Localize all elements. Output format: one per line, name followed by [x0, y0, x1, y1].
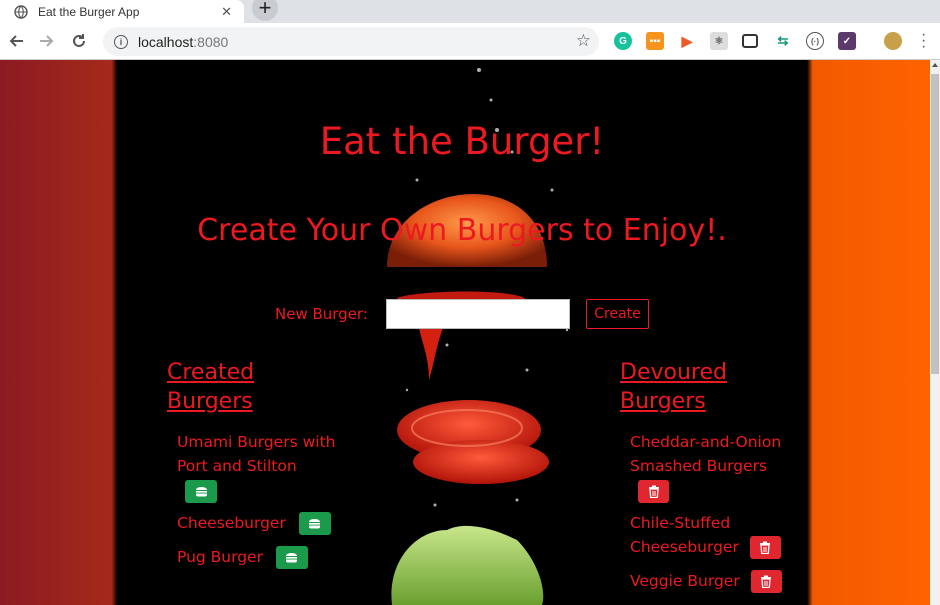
forward-button[interactable] [36, 30, 58, 52]
delete-button[interactable] [749, 536, 781, 559]
reload-button[interactable] [68, 30, 90, 52]
created-heading-line1: Created [167, 360, 255, 385]
created-burger-item: Umami Burgers with Port and Stilton [177, 430, 357, 503]
address-bar[interactable]: i localhost:8080 ☆ [103, 27, 599, 56]
reload-icon [73, 34, 85, 47]
extension-circle-icon[interactable]: (·) [806, 32, 824, 50]
page-body: Eat the Burger! Create Your Own Burgers … [0, 60, 930, 605]
back-button[interactable] [5, 30, 27, 52]
create-button[interactable]: Create [586, 299, 649, 329]
devoured-burger-item: Cheddar-and-Onion Smashed Burgers [630, 430, 805, 503]
burger-name: Pug Burger [177, 548, 263, 566]
created-heading-line2: Burgers [167, 389, 253, 414]
avatar[interactable] [884, 32, 902, 50]
new-tab-button[interactable]: + [252, 0, 278, 21]
devoured-heading-line1: Devoured [620, 360, 727, 385]
arrow-right-icon [40, 35, 54, 47]
burger-name: Umami Burgers with [177, 433, 336, 451]
sync-icon[interactable]: ⇆ [774, 32, 792, 50]
globe-icon [14, 4, 28, 19]
delete-button[interactable] [750, 570, 782, 593]
tab-strip: Eat the Burger App ✕ + [0, 0, 940, 23]
burger-name: Veggie Burger [630, 572, 740, 590]
react-devtools-icon[interactable]: ⚛ [710, 32, 728, 50]
created-burgers-heading: Created Burgers [167, 358, 317, 416]
bookmark-star-icon[interactable]: ☆ [576, 31, 591, 51]
trash-icon [760, 541, 771, 554]
tab-title: Eat the Burger App [38, 4, 140, 19]
page-title: Eat the Burger! [319, 120, 605, 163]
extension-icon[interactable]: ▪▪▪ [646, 32, 664, 50]
screenshot-icon[interactable] [742, 34, 758, 48]
devour-button[interactable] [185, 480, 217, 503]
menu-icon[interactable]: · · · [921, 27, 926, 55]
devoured-burger-item: Veggie Burger [630, 569, 782, 593]
hero-panel: Eat the Burger! Create Your Own Burgers … [117, 60, 807, 605]
page-scrollbar[interactable] [930, 60, 940, 605]
play-extension-icon[interactable]: ▶ [678, 32, 696, 50]
arrow-left-icon [9, 35, 23, 47]
info-icon[interactable]: i [114, 34, 128, 49]
scroll-thumb[interactable] [931, 74, 939, 374]
trash-icon [648, 485, 659, 498]
scroll-up-arrow-icon[interactable] [932, 63, 938, 67]
browser-toolbar: i localhost:8080 ☆ G ▪▪▪ ▶ ⚛ ⇆ (·) ✓ · · · [0, 23, 940, 60]
main-content: Eat the Burger! Create Your Own Burgers … [117, 60, 807, 605]
grammarly-icon[interactable]: G [614, 32, 632, 50]
burger-name: Chile-Stuffed [630, 514, 731, 532]
devour-button[interactable] [275, 546, 308, 569]
browser-tab[interactable]: Eat the Burger App ✕ [0, 0, 244, 23]
close-icon[interactable]: ✕ [221, 4, 232, 20]
trash-icon [761, 575, 772, 588]
new-burger-input[interactable] [386, 299, 570, 329]
burger-name: Smashed Burgers [630, 457, 768, 475]
new-burger-label: New Burger: [275, 305, 368, 323]
created-burger-item: Pug Burger [177, 545, 308, 569]
url-host: localhost [138, 33, 194, 50]
created-burger-item: Cheeseburger [177, 511, 331, 535]
devour-button[interactable] [298, 512, 331, 535]
url-port: :8080 [193, 33, 229, 50]
hamburger-icon [286, 553, 298, 563]
burger-name: Cheeseburger [630, 538, 739, 556]
page-subtitle: Create Your Own Burgers to Enjoy!. [197, 213, 727, 248]
devoured-burger-item: Chile-Stuffed Cheeseburger [630, 511, 805, 559]
delete-button[interactable] [638, 480, 669, 503]
devoured-burgers-heading: Devoured Burgers [620, 358, 770, 416]
burger-name: Cheddar-and-Onion [630, 433, 782, 451]
pocket-icon[interactable]: ✓ [838, 32, 856, 50]
hamburger-icon [195, 487, 207, 497]
burger-name: Cheeseburger [177, 514, 286, 532]
devoured-heading-line2: Burgers [620, 389, 706, 414]
hamburger-icon [309, 519, 321, 529]
burger-name: Port and Stilton [177, 457, 297, 475]
